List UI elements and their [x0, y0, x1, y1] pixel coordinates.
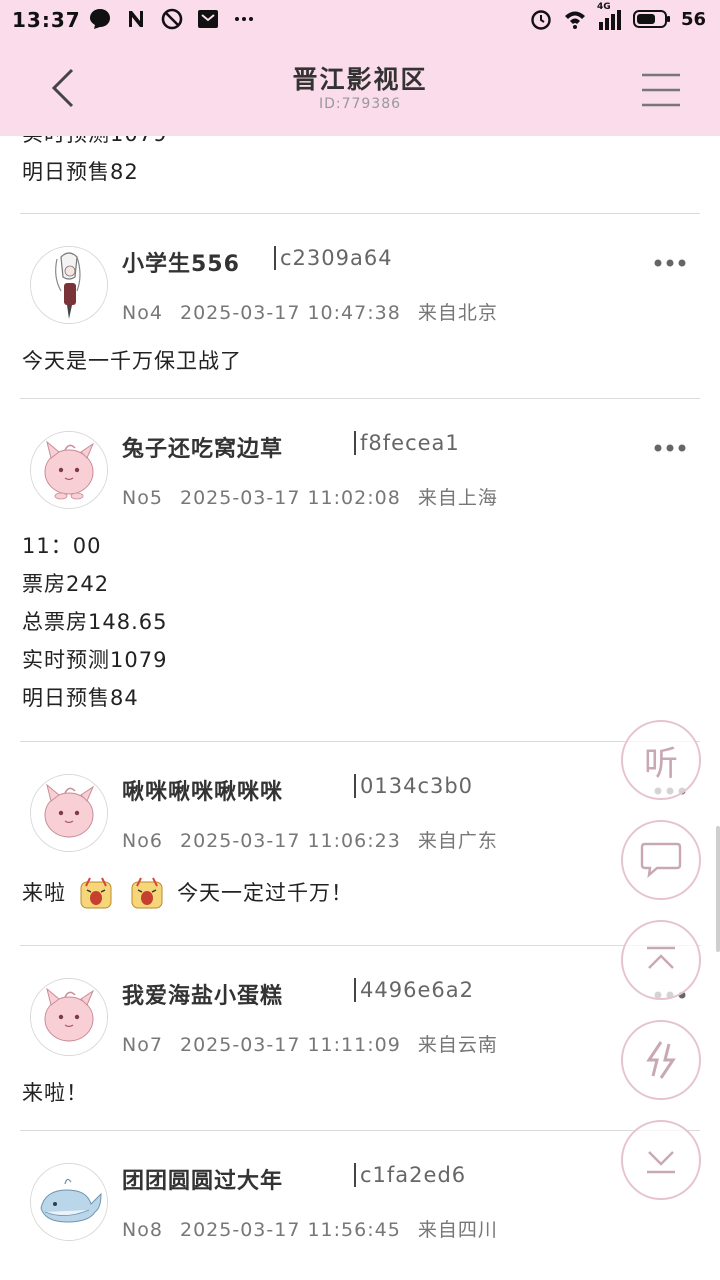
swap-arrows-icon	[646, 1041, 676, 1079]
post-body-line: 来啦！	[22, 1081, 88, 1105]
mail-notification-icon	[198, 10, 218, 28]
chat-bubble-icon	[640, 842, 682, 879]
scrollbar[interactable]	[716, 826, 720, 952]
post-meta: No4 2025-03-17 10:47:38 来自北京	[122, 298, 498, 325]
post-datetime: 2025-03-17 11:02:08	[179, 487, 401, 509]
username[interactable]: 啾咪啾咪啾咪咪	[122, 774, 283, 806]
pink-creature-icon	[31, 979, 107, 1055]
arrow-up-to-top-icon	[647, 946, 675, 969]
post-divider	[20, 945, 700, 946]
listen-button[interactable]: 听	[621, 720, 701, 800]
post-body-line: 今天是一千万保卫战了	[22, 349, 242, 373]
user-id: 4496e6a2	[354, 978, 474, 1002]
post-datetime: 2025-03-17 11:11:09	[179, 1034, 401, 1056]
network-type: 4G	[596, 2, 611, 12]
scroll-bottom-button[interactable]	[621, 1120, 701, 1200]
user-id: 0134c3b0	[354, 774, 473, 798]
battery-icon	[632, 10, 670, 28]
floor-number: No8	[122, 1219, 163, 1241]
app-header: 13:37 4G 56 晋江影视区 ID:779386	[0, 0, 720, 136]
user-id: c2309a64	[274, 246, 393, 270]
post-meta: No8 2025-03-17 11:56:45 来自四川	[122, 1215, 498, 1242]
notification-icons	[88, 7, 256, 31]
post-location: 来自北京	[417, 302, 498, 324]
floor-number: No7	[122, 1034, 163, 1056]
status-time: 13:37	[12, 8, 81, 32]
comment-button[interactable]	[621, 820, 701, 900]
user-avatar[interactable]	[30, 246, 108, 324]
block-icon	[161, 8, 183, 30]
floor-number: No6	[122, 830, 163, 852]
user-avatar[interactable]	[30, 431, 108, 509]
more-icon[interactable]	[654, 443, 686, 453]
menu-icon[interactable]	[640, 72, 682, 108]
username[interactable]: 小学生556	[122, 246, 240, 278]
more-notifications-icon	[235, 17, 253, 21]
post-divider	[20, 1130, 700, 1131]
user-id: f8fecea1	[354, 431, 460, 455]
user-avatar[interactable]	[30, 1163, 108, 1241]
cellular-signal: 4G	[597, 2, 623, 30]
post-datetime: 2025-03-17 10:47:38	[179, 302, 401, 324]
post-body-text: 来啦	[22, 881, 66, 905]
pink-creature-icon	[31, 432, 107, 508]
scroll-top-button[interactable]	[621, 920, 701, 1000]
alarm-icon	[531, 10, 551, 30]
n-notification-icon	[129, 11, 143, 27]
more-icon[interactable]	[654, 258, 686, 268]
chat-notification-icon	[90, 9, 110, 29]
post-divider	[20, 741, 700, 742]
post-body-line: 11：00	[22, 534, 102, 558]
whale-avatar-icon	[31, 1164, 107, 1240]
status-right: 4G 56	[529, 2, 706, 31]
post-body-text: 今天一定过千万！	[177, 881, 354, 905]
floor-number: No4	[122, 302, 163, 324]
cheer-emoji-icon	[80, 877, 112, 909]
post-body-line: 实时预测1079	[22, 648, 168, 672]
listen-label: 听	[644, 743, 678, 784]
post-location: 来自四川	[417, 1219, 498, 1241]
switch-button[interactable]	[621, 1020, 701, 1100]
post-location: 来自广东	[417, 830, 498, 852]
post-location: 来自上海	[417, 487, 498, 509]
cheer-emoji-icon	[131, 877, 163, 909]
status-bar: 13:37 4G 56	[0, 0, 720, 40]
post-divider	[20, 398, 700, 399]
post-location: 来自云南	[417, 1034, 498, 1056]
floor-number: No5	[122, 487, 163, 509]
username[interactable]: 团团圆圆过大年	[122, 1163, 283, 1195]
post-meta: No6 2025-03-17 11:06:23 来自广东	[122, 826, 498, 853]
post-datetime: 2025-03-17 11:06:23	[179, 830, 401, 852]
post-body-line: 票房242	[22, 572, 110, 596]
forum-id: ID:779386	[318, 96, 402, 112]
post-meta: No5 2025-03-17 11:02:08 来自上海	[122, 483, 498, 510]
page-title: 晋江影视区	[292, 65, 428, 94]
arrow-down-to-bottom-icon	[647, 1151, 675, 1174]
user-avatar[interactable]	[30, 774, 108, 852]
post-body: 11：00 票房242 总票房148.65 实时预测1079 明日预售84	[22, 527, 167, 717]
post-body-line: 明日预售84	[22, 686, 139, 710]
pink-creature-icon	[31, 775, 107, 851]
post-meta: No7 2025-03-17 11:11:09 来自云南	[122, 1030, 498, 1057]
girl-avatar-icon	[31, 247, 107, 323]
battery-level: 56	[680, 8, 706, 30]
post-body-line: 总票房148.65	[22, 610, 168, 634]
wifi-icon	[564, 11, 585, 29]
username[interactable]: 我爱海盐小蛋糕	[122, 978, 283, 1010]
post-body-line: 明日预售82	[22, 160, 139, 184]
post-divider	[20, 213, 700, 214]
post-body: 今天是一千万保卫战了	[22, 342, 242, 380]
username[interactable]: 兔子还吃窝边草	[122, 431, 283, 463]
user-avatar[interactable]	[30, 978, 108, 1056]
post-datetime: 2025-03-17 11:56:45	[179, 1219, 401, 1241]
user-id: c1fa2ed6	[354, 1163, 466, 1187]
post-body: 来啦 今天一定过千万！	[22, 874, 353, 912]
post-body: 来啦！	[22, 1074, 88, 1112]
